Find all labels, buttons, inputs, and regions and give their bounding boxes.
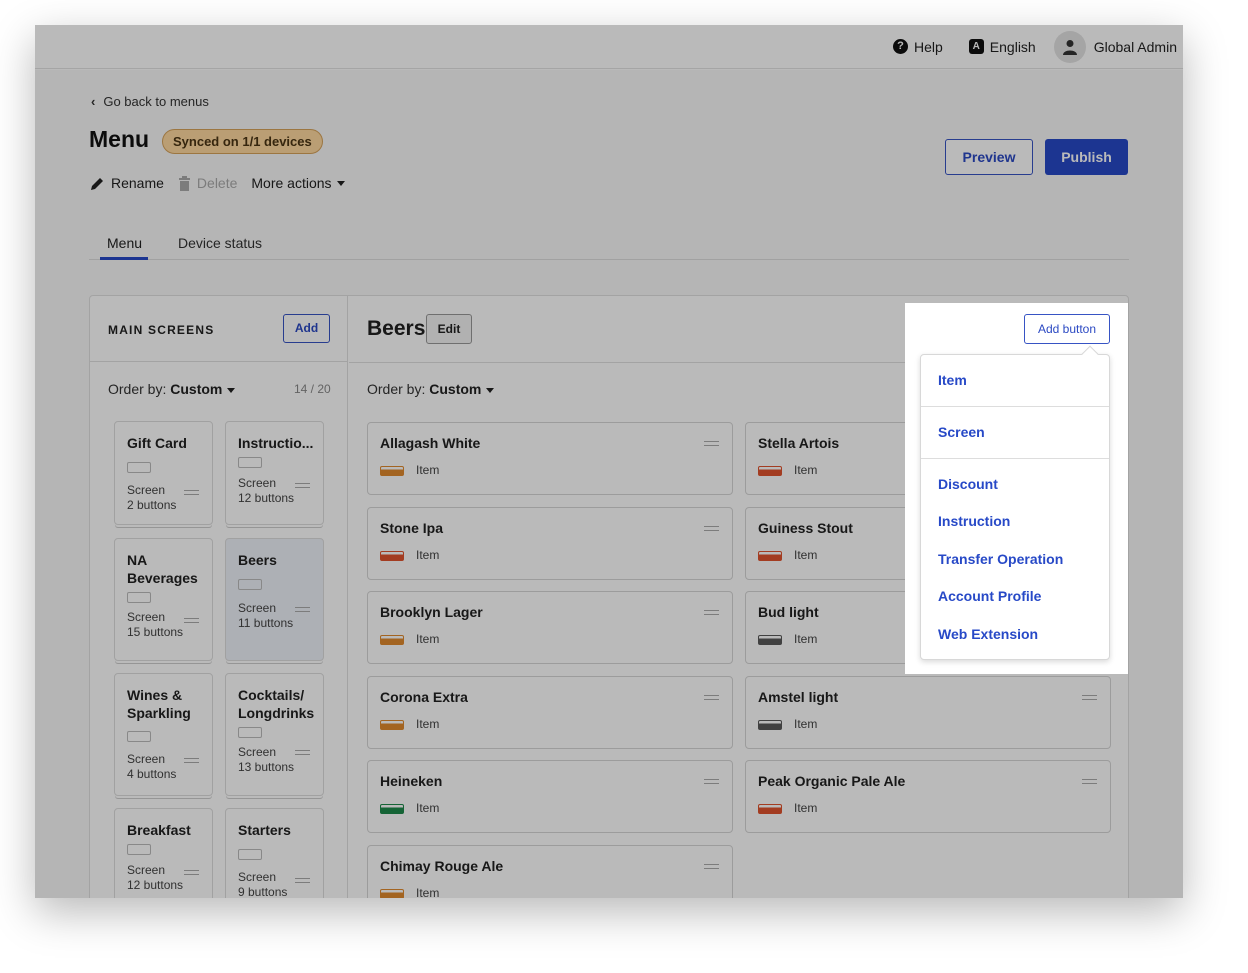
app-window: ? Help A English Global Admin ‹ Go back … [35,25,1183,898]
dropdown-item-discount[interactable]: Discount [938,476,998,492]
dropdown-item-web-extension[interactable]: Web Extension [938,626,1038,642]
dropdown-item-account-profile[interactable]: Account Profile [938,588,1041,604]
add-button-dropdown: Item Screen Discount Instruction Transfe… [920,354,1110,660]
dropdown-item-screen[interactable]: Screen [938,424,985,440]
dropdown-divider [921,458,1109,459]
dropdown-item-item[interactable]: Item [938,372,967,388]
dropdown-item-transfer-operation[interactable]: Transfer Operation [938,551,1063,567]
dropdown-item-instruction[interactable]: Instruction [938,513,1010,529]
add-button-button[interactable]: Add button [1024,314,1110,344]
dropdown-divider [921,406,1109,407]
